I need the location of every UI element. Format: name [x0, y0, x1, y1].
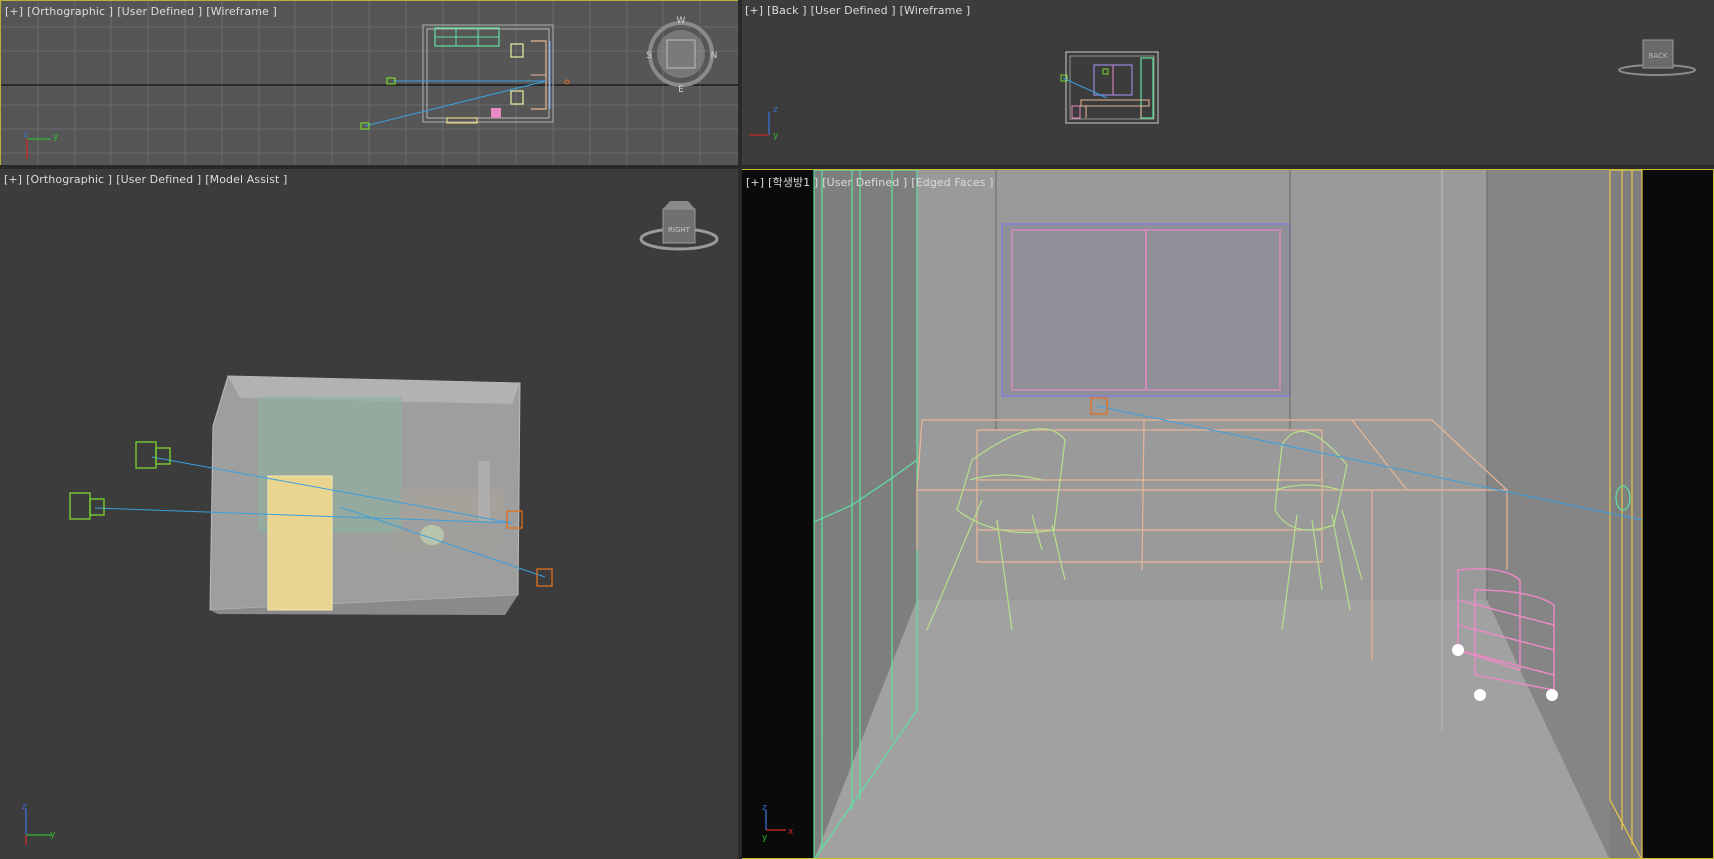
axis-y-label: y — [53, 132, 59, 142]
compass-n: N — [711, 51, 718, 61]
viewport-splitter-horizontal[interactable] — [0, 165, 1714, 169]
viewport-pov-label[interactable]: [Orthographic ] — [27, 5, 113, 18]
viewport-menu-plus[interactable]: [+] — [5, 5, 23, 18]
axis-y-label: y — [762, 833, 768, 843]
viewcube-face-label: RIGHT — [668, 226, 691, 234]
axis-z-label: z — [23, 130, 28, 140]
viewport-pov-label[interactable]: [Back ] — [767, 4, 807, 17]
axis-x-label: x — [788, 827, 794, 837]
viewport-menu-plus[interactable]: [+] — [746, 176, 764, 189]
viewport-model-assist[interactable]: [+] [Orthographic ] [User Defined ] [Model … — [0, 169, 740, 859]
axis-z-label: z — [762, 803, 767, 813]
viewcube-face-label: BACK — [1649, 52, 1668, 60]
viewport-top-orthographic[interactable]: [+] [Orthographic ] [User Defined ] [Wirefr… — [0, 0, 740, 167]
viewport-label[interactable]: [+] [학생방1 ] [User Defined ] [Edged Faces ] — [746, 174, 998, 190]
viewport-shading-label[interactable]: [Wireframe ] — [206, 5, 277, 18]
compass-s: S — [646, 51, 652, 61]
viewport-label[interactable]: [+] [Orthographic ] [User Defined ] [Model … — [4, 173, 291, 186]
viewport-shading-label[interactable]: [Model Assist ] — [205, 173, 287, 186]
viewport-standard-label[interactable]: [User Defined ] — [811, 4, 896, 17]
axis-y-label: y — [773, 131, 779, 141]
viewport-shading-label[interactable]: [Wireframe ] — [900, 4, 971, 17]
viewport-camera-perspective[interactable]: [+] [학생방1 ] [User Defined ] [Edged Faces ] … — [741, 169, 1714, 859]
viewport-label[interactable]: [+] [Back ] [User Defined ] [Wireframe ] — [745, 4, 974, 17]
overlay-labels: W E S N y z — [23, 16, 718, 142]
viewport-camera-label[interactable]: [학생방1 ] — [768, 176, 818, 189]
viewport-menu-plus[interactable]: [+] — [745, 4, 763, 17]
viewport-standard-label[interactable]: [User Defined ] — [822, 176, 907, 189]
overlay-labels: RIGHT z y — [22, 226, 691, 840]
compass-w: W — [677, 16, 686, 26]
compass-e: E — [678, 85, 684, 95]
axis-z-label: z — [22, 802, 27, 812]
overlay-labels: BACK z y — [773, 52, 1668, 141]
viewport-standard-label[interactable]: [User Defined ] — [117, 5, 202, 18]
viewport-menu-plus[interactable]: [+] — [4, 173, 22, 186]
viewport-splitter-vertical[interactable] — [738, 0, 742, 859]
viewport-back[interactable]: [+] [Back ] [User Defined ] [Wireframe ] BA… — [741, 0, 1714, 167]
viewport-label[interactable]: [+] [Orthographic ] [User Defined ] [Wirefr… — [5, 5, 281, 18]
viewport-shading-label[interactable]: [Edged Faces ] — [911, 176, 993, 189]
viewport-pov-label[interactable]: [Orthographic ] — [26, 173, 112, 186]
axis-y-label: y — [50, 830, 56, 840]
viewport-standard-label[interactable]: [User Defined ] — [116, 173, 201, 186]
axis-z-label: z — [773, 105, 778, 115]
overlay-labels: z x y — [762, 803, 794, 843]
